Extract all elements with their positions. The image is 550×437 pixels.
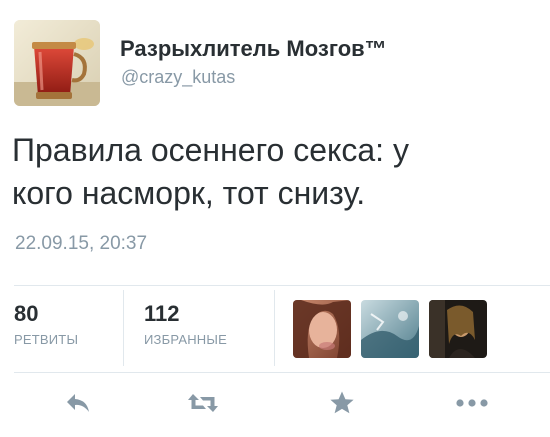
author-name[interactable]: Разрыхлитель Мозгов™ xyxy=(120,36,387,62)
tweet-timestamp[interactable]: 22.09.15, 20:37 xyxy=(15,233,147,255)
tweet-card: Разрыхлитель Мозгов™ @crazy_kutas Правил… xyxy=(0,0,550,437)
tweet-text: Правила осеннего секса: у кого насморк, т… xyxy=(12,129,512,215)
favorite-star-icon xyxy=(330,391,354,414)
reply-button[interactable] xyxy=(60,388,96,418)
retweets-count: 80 xyxy=(14,301,39,326)
author-handle[interactable]: @crazy_kutas xyxy=(121,67,235,88)
favoriter-avatar-3[interactable] xyxy=(429,300,487,358)
reply-icon xyxy=(67,394,89,412)
favoriter-avatar-2[interactable] xyxy=(361,300,419,358)
stats-separator xyxy=(123,290,124,366)
retweet-button[interactable] xyxy=(185,388,221,418)
glass-of-tea-avatar-icon xyxy=(14,20,100,106)
tweet-text-line-1: Правила осеннего секса: у xyxy=(12,132,409,168)
abstract-blue-avatar-icon xyxy=(361,300,419,358)
stats-separator xyxy=(274,290,275,366)
favorites-stat[interactable]: 112 ИЗБРАННЫЕ xyxy=(144,301,227,348)
tweet-text-line-2: кого насморк, тот снизу. xyxy=(12,175,366,211)
retweets-stat[interactable]: 80 РЕТВИТЫ xyxy=(14,301,79,348)
retweet-icon xyxy=(188,394,218,412)
retweets-label: РЕТВИТЫ xyxy=(14,332,79,347)
more-button[interactable] xyxy=(454,388,490,418)
favorite-button[interactable] xyxy=(324,388,360,418)
actions-divider xyxy=(14,372,550,373)
stats-divider-top xyxy=(14,285,550,286)
more-dots-icon xyxy=(456,399,488,407)
favorites-label: ИЗБРАННЫЕ xyxy=(144,332,227,347)
woman-portrait-avatar-icon xyxy=(293,300,351,358)
favorites-count: 112 xyxy=(144,301,180,326)
favoriter-avatar-1[interactable] xyxy=(293,300,351,358)
author-avatar[interactable] xyxy=(14,20,100,106)
dark-portrait-avatar-icon xyxy=(429,300,487,358)
